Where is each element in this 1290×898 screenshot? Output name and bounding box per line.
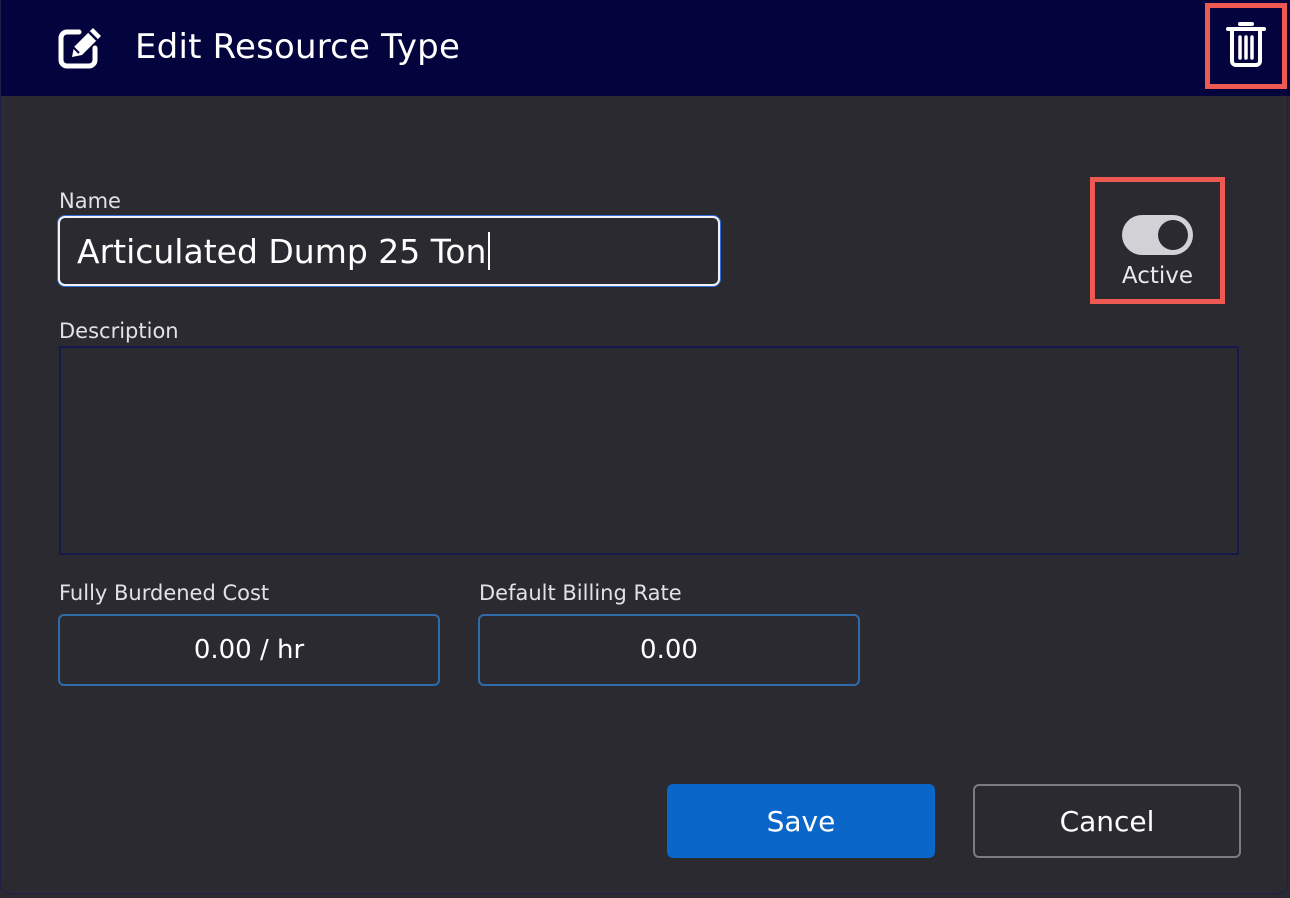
fully-burdened-cost-value: 0.00 / hr bbox=[193, 635, 305, 665]
active-label: Active bbox=[1121, 263, 1194, 289]
trash-icon bbox=[1225, 20, 1267, 72]
text-caret bbox=[488, 232, 491, 270]
edit-square-icon bbox=[57, 26, 105, 70]
active-toggle[interactable] bbox=[1122, 215, 1193, 255]
description-textarea[interactable] bbox=[59, 346, 1239, 555]
fully-burdened-cost-label: Fully Burdened Cost bbox=[59, 581, 270, 605]
edit-resource-type-dialog: Edit Resource Type Name Articulated Dump… bbox=[0, 0, 1290, 894]
name-input[interactable]: Articulated Dump 25 Ton bbox=[58, 216, 720, 286]
fully-burdened-cost-input[interactable]: 0.00 / hr bbox=[58, 614, 440, 686]
delete-button[interactable] bbox=[1205, 3, 1287, 89]
default-billing-rate-label: Default Billing Rate bbox=[479, 581, 682, 605]
active-toggle-group: Active bbox=[1090, 177, 1225, 304]
cancel-button[interactable]: Cancel bbox=[973, 784, 1241, 858]
name-input-value: Articulated Dump 25 Ton bbox=[77, 231, 487, 271]
toggle-knob bbox=[1158, 220, 1188, 250]
default-billing-rate-input[interactable]: 0.00 bbox=[478, 614, 860, 686]
dialog-title: Edit Resource Type bbox=[135, 27, 461, 67]
save-button[interactable]: Save bbox=[667, 784, 935, 858]
name-label: Name bbox=[59, 189, 121, 213]
dialog-header: Edit Resource Type bbox=[1, 0, 1290, 96]
default-billing-rate-value: 0.00 bbox=[640, 635, 698, 665]
description-label: Description bbox=[59, 319, 179, 343]
